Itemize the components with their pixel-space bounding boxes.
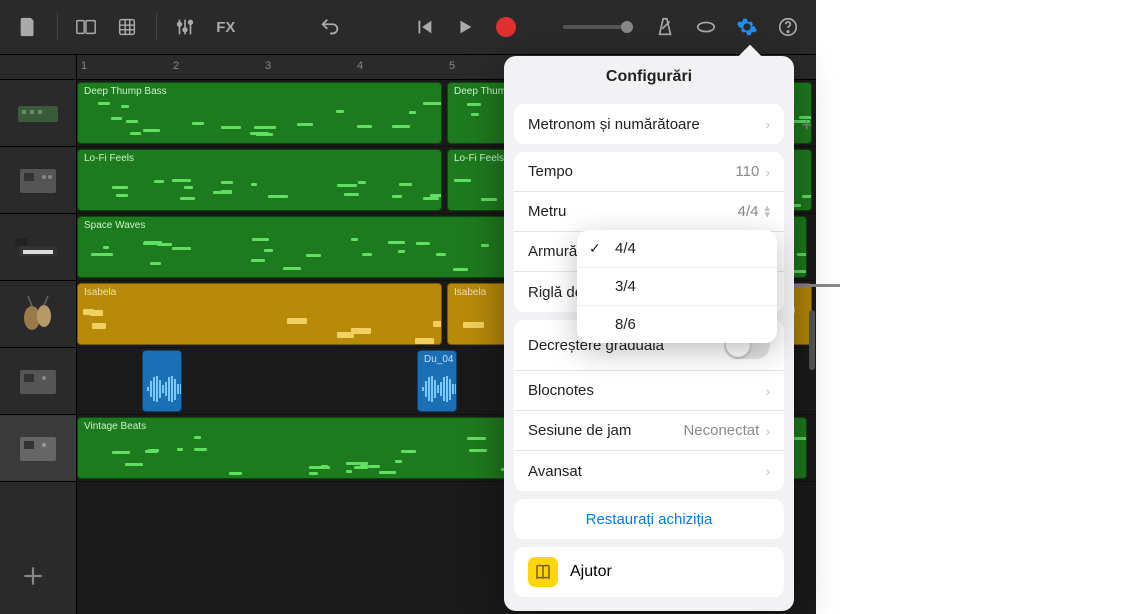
toolbar: FX <box>0 0 816 55</box>
meter-value: 4/4 <box>738 203 759 220</box>
track-headers <box>0 55 77 614</box>
clip[interactable]: Deep Thump Bass <box>77 82 442 144</box>
track-header[interactable] <box>0 214 76 281</box>
scrollbar[interactable] <box>808 80 816 480</box>
track-header[interactable] <box>0 147 76 214</box>
row-label: Tempo <box>528 163 573 180</box>
loop-button[interactable] <box>689 9 722 45</box>
ruler-mark: 3 <box>265 60 271 72</box>
clip-label: Vintage Beats <box>84 421 146 432</box>
jam-row[interactable]: Sesiune de jam Neconectat › <box>514 411 784 451</box>
clip[interactable] <box>142 350 182 412</box>
track-header[interactable] <box>0 281 76 348</box>
instrument-icon <box>13 160 63 200</box>
restore-purchase-button[interactable]: Restaurați achiziția <box>514 499 784 539</box>
clip-label: Isabela <box>84 287 116 298</box>
row-label: Avansat <box>528 463 582 480</box>
grid-button[interactable] <box>111 9 144 45</box>
help-book-icon <box>528 557 558 587</box>
go-to-start-button[interactable] <box>408 9 441 45</box>
record-button[interactable] <box>489 9 522 45</box>
help-row[interactable]: Ajutor <box>514 547 784 597</box>
row-label: Riglă de <box>528 284 583 301</box>
clip[interactable]: Lo-Fi Feels <box>77 149 442 211</box>
chevron-right-icon: › <box>765 383 770 399</box>
instrument-icon <box>13 361 63 401</box>
clip-label: Deep Thump Bass <box>84 86 167 97</box>
stepper-icon: ▴▾ <box>764 205 770 219</box>
notes-row[interactable]: Blocnotes › <box>514 371 784 411</box>
slider-knob[interactable] <box>621 21 633 33</box>
settings-group: Decreștere graduală Blocnotes › Sesiune … <box>514 320 784 491</box>
metronome-button[interactable] <box>649 9 682 45</box>
track-header[interactable] <box>0 348 76 415</box>
check-icon: ✓ <box>589 240 605 257</box>
row-label: Armură <box>528 243 577 260</box>
clip-label: Space Waves <box>84 220 145 231</box>
jam-value: Neconectat <box>683 422 759 439</box>
row-label: Blocnotes <box>528 382 594 399</box>
settings-group: Ajutor <box>514 547 784 597</box>
track-header[interactable] <box>0 80 76 147</box>
option-label: 3/4 <box>615 278 636 295</box>
volume-slider[interactable] <box>563 25 627 29</box>
meter-option[interactable]: 3/4 <box>577 268 777 306</box>
clip[interactable]: Isabela <box>77 283 442 345</box>
chevron-right-icon: › <box>765 116 770 132</box>
clip-label: Lo-Fi Feels <box>84 153 134 164</box>
metronome-row[interactable]: Metronom și numărătoare › <box>514 104 784 144</box>
ruler-mark: 5 <box>449 60 455 72</box>
clip-label: Isabela <box>454 287 486 298</box>
clip-label: Lo-Fi Feels <box>454 153 504 164</box>
meter-dropdown: ✓ 4/4 3/4 8/6 <box>577 230 777 343</box>
settings-group: Restaurați achiziția <box>514 499 784 539</box>
undo-button[interactable] <box>313 9 346 45</box>
row-label: Ajutor <box>570 563 612 581</box>
callout-line <box>790 284 840 287</box>
fx-button[interactable]: FX <box>209 9 242 45</box>
chevron-right-icon: › <box>765 463 770 479</box>
track-header[interactable] <box>0 415 76 482</box>
clip-label: Du_04 <box>424 354 453 365</box>
mixer-button[interactable] <box>168 9 201 45</box>
ruler-mark: 1 <box>81 60 87 72</box>
ruler-spacer <box>0 55 76 80</box>
add-track-button[interactable] <box>20 563 46 594</box>
settings-group: Metronom și numărătoare › <box>514 104 784 144</box>
option-label: 8/6 <box>615 316 636 333</box>
record-icon <box>496 17 516 37</box>
divider <box>57 13 58 41</box>
row-label: Sesiune de jam <box>528 422 631 439</box>
play-button[interactable] <box>449 9 482 45</box>
clip[interactable]: Du_04 <box>417 350 457 412</box>
meter-row[interactable]: Metru 4/4 ▴▾ <box>514 192 784 232</box>
instrument-icon <box>13 93 63 133</box>
meter-option[interactable]: ✓ 4/4 <box>577 230 777 268</box>
chevron-right-icon: › <box>765 423 770 439</box>
option-label: 4/4 <box>615 240 636 257</box>
divider <box>156 13 157 41</box>
row-label: Metru <box>528 203 566 220</box>
instrument-icon <box>13 428 63 468</box>
tempo-row[interactable]: Tempo 110 › <box>514 152 784 192</box>
instrument-icon <box>13 227 63 267</box>
row-label: Restaurați achiziția <box>528 511 770 528</box>
instrument-icon <box>13 294 63 334</box>
advanced-row[interactable]: Avansat › <box>514 451 784 491</box>
meter-option[interactable]: 8/6 <box>577 306 777 343</box>
chevron-right-icon: › <box>765 164 770 180</box>
settings-button[interactable] <box>730 9 763 45</box>
ruler-mark: 2 <box>173 60 179 72</box>
tempo-value: 110 <box>735 163 759 180</box>
my-songs-button[interactable] <box>12 9 45 45</box>
ruler-mark: 4 <box>357 60 363 72</box>
browser-button[interactable] <box>70 9 103 45</box>
scroll-thumb[interactable] <box>809 310 815 370</box>
help-button[interactable] <box>771 9 804 45</box>
row-label: Metronom și numărătoare <box>528 116 700 133</box>
